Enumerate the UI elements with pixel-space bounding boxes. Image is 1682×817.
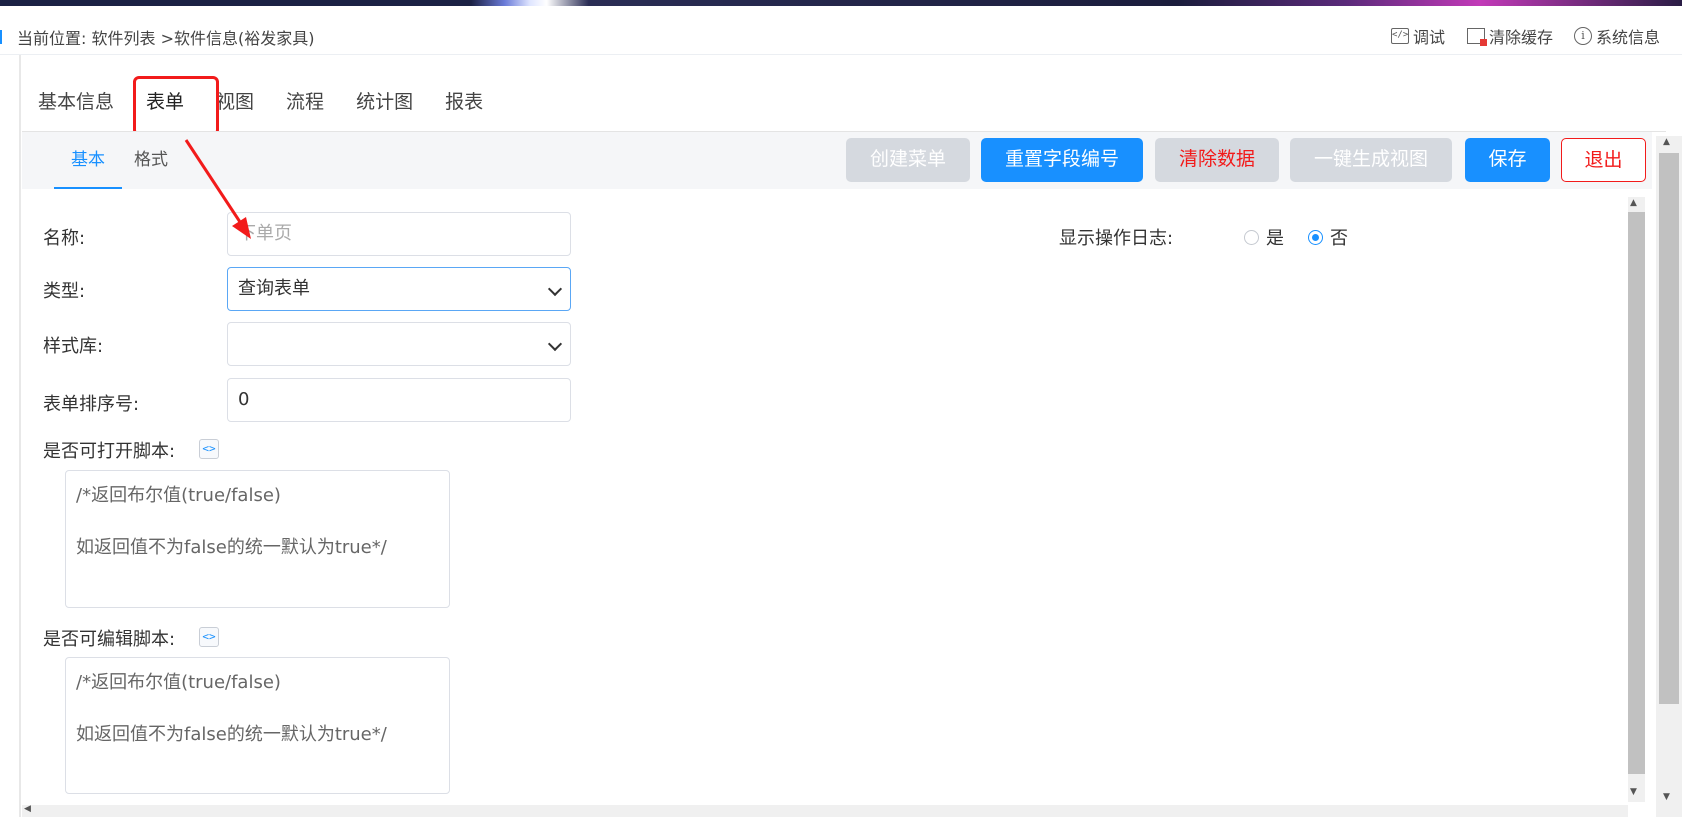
name-label: 名称:: [43, 228, 86, 249]
scroll-left-icon[interactable]: ◀: [24, 804, 31, 814]
clear-cache-icon: [1467, 28, 1487, 46]
open-script-label: 是否可打开脚本:: [43, 441, 176, 462]
save-button[interactable]: 保存: [1465, 138, 1550, 182]
outer-scrollbar-thumb[interactable]: [1659, 153, 1679, 704]
system-info-label: 系统信息: [1596, 28, 1661, 47]
clear-cache-button[interactable]: 清除缓存: [1467, 24, 1553, 48]
form-order-label: 表单排序号:: [43, 394, 140, 415]
reset-field-number-button[interactable]: 重置字段编号: [981, 138, 1143, 182]
log-radio-no-label: 否: [1330, 228, 1348, 249]
style-library-select[interactable]: [227, 322, 571, 366]
tab-flow[interactable]: 流程: [270, 72, 340, 132]
log-radio-yes[interactable]: 是: [1244, 224, 1284, 250]
inner-scrollbar-thumb[interactable]: [1628, 212, 1645, 774]
radio-circle: [1244, 229, 1259, 245]
radio-circle-checked: [1308, 229, 1323, 245]
type-select-value: 查询表单: [238, 278, 310, 299]
tab-chart[interactable]: 统计图: [340, 72, 429, 132]
log-radio-no[interactable]: 否: [1308, 224, 1348, 250]
scroll-down-icon[interactable]: ▼: [1663, 792, 1670, 802]
open-script-textarea[interactable]: /*返回布尔值(true/false) 如返回值不为false的统一默认为tru…: [65, 470, 450, 608]
type-select[interactable]: 查询表单: [227, 267, 571, 311]
script-editor-icon[interactable]: <>: [199, 627, 219, 647]
script-editor-icon[interactable]: <>: [199, 439, 219, 459]
clear-data-button[interactable]: 清除数据: [1155, 138, 1279, 182]
clear-cache-label: 清除缓存: [1489, 28, 1554, 47]
breadcrumb-marker: [0, 30, 2, 44]
edit-script-label: 是否可编辑脚本:: [43, 629, 176, 650]
code-icon: </>: [1391, 28, 1409, 44]
log-radio-yes-label: 是: [1266, 228, 1284, 249]
scroll-up-icon[interactable]: ▲: [1663, 137, 1670, 147]
create-menu-button[interactable]: 创建菜单: [846, 138, 970, 182]
tab-report[interactable]: 报表: [429, 72, 499, 132]
style-library-label: 样式库:: [43, 336, 104, 357]
debug-button[interactable]: </> 调试: [1391, 24, 1445, 48]
edit-script-line-1: /*返回布尔值(true/false): [76, 672, 281, 693]
form-order-input[interactable]: 0: [227, 378, 571, 422]
info-icon: i: [1574, 27, 1592, 45]
edit-script-line-2: 如返回值不为false的统一默认为true*/: [76, 724, 387, 745]
breadcrumb: 当前位置: 软件列表 >软件信息(裕发家具): [17, 29, 315, 48]
open-script-line-2: 如返回值不为false的统一默认为true*/: [76, 537, 387, 558]
scroll-down-icon[interactable]: ▼: [1630, 787, 1637, 797]
name-input[interactable]: 下单页: [227, 212, 571, 256]
system-info-button[interactable]: i 系统信息: [1574, 24, 1660, 48]
debug-label: 调试: [1413, 28, 1446, 47]
chevron-down-icon: [547, 336, 563, 352]
generate-view-button[interactable]: 一键生成视图: [1290, 138, 1452, 182]
annotation-highlight-box: [133, 76, 219, 136]
chevron-down-icon: [547, 281, 563, 297]
open-script-line-1: /*返回布尔值(true/false): [76, 485, 281, 506]
tab-basic-info[interactable]: 基本信息: [22, 72, 130, 132]
horizontal-scrollbar[interactable]: [22, 805, 1628, 817]
main-tabs: 基本信息 表单 视图 流程 统计图 报表: [22, 72, 499, 132]
scroll-up-icon[interactable]: ▲: [1630, 198, 1637, 208]
subtab-format[interactable]: 格式: [134, 132, 168, 189]
type-label: 类型:: [43, 281, 86, 302]
breadcrumb-bar: 当前位置: 软件列表 >软件信息(裕发家具) </> 调试 清除缓存 i 系统信…: [0, 6, 1682, 55]
edit-script-textarea[interactable]: /*返回布尔值(true/false) 如返回值不为false的统一默认为tru…: [65, 657, 450, 794]
subtab-basic[interactable]: 基本: [54, 132, 122, 189]
side-rail: [19, 55, 21, 817]
exit-button[interactable]: 退出: [1561, 138, 1646, 182]
show-log-label: 显示操作日志:: [1059, 228, 1174, 249]
